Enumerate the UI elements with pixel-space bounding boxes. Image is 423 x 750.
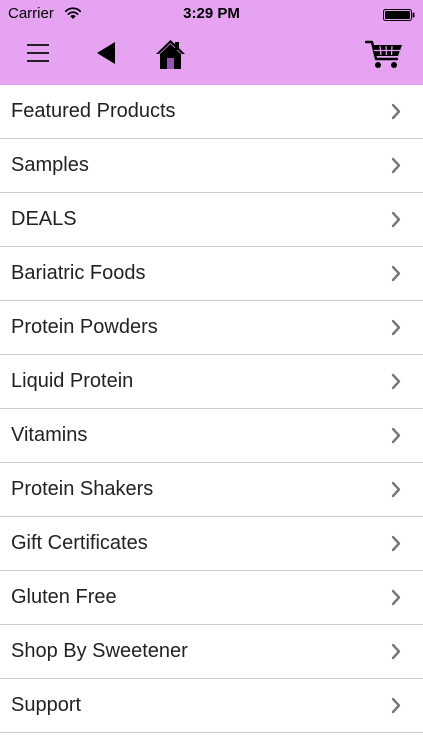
- list-item-label: Samples: [11, 154, 89, 176]
- back-arrow-icon: [93, 40, 119, 66]
- cart-button[interactable]: [365, 40, 403, 70]
- list-item-protein-powders[interactable]: Protein Powders: [0, 301, 423, 355]
- list-item-gluten-free[interactable]: Gluten Free: [0, 571, 423, 625]
- chevron-right-icon: [391, 157, 401, 174]
- list-item-label: Protein Powders: [11, 316, 158, 338]
- navigation-bar: [0, 28, 423, 85]
- list-item-label: Protein Shakers: [11, 478, 154, 500]
- list-item-samples[interactable]: Samples: [0, 139, 423, 193]
- list-item-label: Gift Certificates: [11, 532, 148, 554]
- back-button[interactable]: [93, 40, 119, 66]
- list-item-label: Shop By Sweetener: [11, 640, 188, 662]
- list-item-protein-shakers[interactable]: Protein Shakers: [0, 463, 423, 517]
- chevron-right-icon: [391, 373, 401, 390]
- list-item-gift-certificates[interactable]: Gift Certificates: [0, 517, 423, 571]
- home-icon: [154, 38, 187, 71]
- list-item-shop-by-sweetener[interactable]: Shop By Sweetener: [0, 625, 423, 679]
- app-screen: Carrier 3:29 PM Featured Products Sample…: [0, 0, 423, 750]
- chevron-right-icon: [391, 265, 401, 282]
- chevron-right-icon: [391, 319, 401, 336]
- list-item-support[interactable]: Support: [0, 679, 423, 733]
- chevron-right-icon: [391, 589, 401, 606]
- status-time: 3:29 PM: [183, 5, 240, 22]
- list-item-label: Liquid Protein: [11, 370, 134, 392]
- hamburger-menu-icon: [26, 41, 50, 65]
- battery-icon: [383, 8, 415, 21]
- shopping-cart-icon: [365, 40, 403, 70]
- list-item-label: Support: [11, 694, 82, 716]
- list-item-label: Vitamins: [11, 424, 88, 446]
- list-item-liquid-protein[interactable]: Liquid Protein: [0, 355, 423, 409]
- status-bar: Carrier 3:29 PM: [0, 0, 423, 28]
- chevron-right-icon: [391, 481, 401, 498]
- chevron-right-icon: [391, 643, 401, 660]
- list-item-featured-products[interactable]: Featured Products: [0, 85, 423, 139]
- list-item-label: Gluten Free: [11, 586, 117, 608]
- chevron-right-icon: [391, 427, 401, 444]
- menu-button[interactable]: [26, 41, 50, 65]
- chevron-right-icon: [391, 697, 401, 714]
- list-item-label: Bariatric Foods: [11, 262, 146, 284]
- chevron-right-icon: [391, 211, 401, 228]
- list-item-bariatric-foods[interactable]: Bariatric Foods: [0, 247, 423, 301]
- category-list: Featured Products Samples DEALS Bariatri…: [0, 85, 423, 733]
- list-item-deals[interactable]: DEALS: [0, 193, 423, 247]
- home-button[interactable]: [154, 38, 187, 71]
- list-item-label: Featured Products: [11, 100, 176, 122]
- top-bar: Carrier 3:29 PM: [0, 0, 423, 85]
- list-item-vitamins[interactable]: Vitamins: [0, 409, 423, 463]
- chevron-right-icon: [391, 535, 401, 552]
- list-item-label: DEALS: [11, 208, 77, 230]
- chevron-right-icon: [391, 103, 401, 120]
